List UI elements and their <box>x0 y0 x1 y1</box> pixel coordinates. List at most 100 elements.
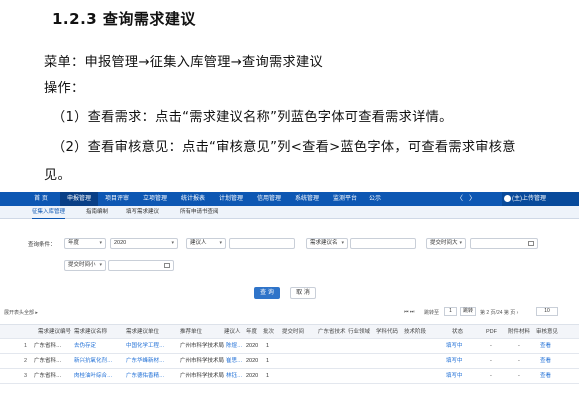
table-row: 1 广东省科… 去伪存定 中国化学工程… 广州市科学技术局 陈煜… 2020 1… <box>0 339 579 354</box>
batch: 1 <box>266 343 270 349</box>
steps-label: 操作： <box>44 81 85 96</box>
chevron-down-icon: ▾ <box>219 240 222 246</box>
nav-plan-management[interactable]: 计划管理 <box>212 192 250 206</box>
pdf: - <box>490 343 492 349</box>
pdf: - <box>490 373 492 379</box>
proposer-input[interactable] <box>229 238 295 249</box>
table-row: 2 广东省科… 新兴抗氧化剂… 广东华峰新材… 广州市科学技术局 崔思… 202… <box>0 354 579 369</box>
tab-collection-storage[interactable]: 征集入库管理 <box>32 206 66 219</box>
table-header-row: 需求建议编号 需求建议名称 需求建议单位 推荐单位 建议人 年度 批次 提交时间… <box>0 324 579 339</box>
nav-project-approval[interactable]: 立项管理 <box>136 192 174 206</box>
section-heading: 1.2.3 查询需求建议 <box>52 10 196 28</box>
year-value-label: 2020 <box>114 240 127 246</box>
suggestion-name-link[interactable]: 肉桂油叶综合… <box>74 369 122 384</box>
status: 填写中 <box>446 343 463 349</box>
proposer-field-select[interactable]: 建议人 ▾ <box>186 238 226 249</box>
nav-statistics[interactable]: 统计报表 <box>174 192 212 206</box>
review-view-link[interactable]: 查看 <box>540 369 551 384</box>
col-header: 年度 <box>246 329 258 335</box>
col-header: 行业领域 <box>348 329 371 335</box>
nav-monitoring-platform[interactable]: 监测平台 <box>326 192 364 206</box>
recommend-unit: 广州市科学技术局 <box>180 343 224 349</box>
nav-project-review[interactable]: 项目评审 <box>98 192 136 206</box>
calendar-icon <box>528 241 534 246</box>
expand-headers-link[interactable]: 展开表头全部 ▸ <box>4 309 38 316</box>
user-menu[interactable]: (主)上传管理 <box>502 192 579 206</box>
year-field-select[interactable]: 年度 ▾ <box>64 238 106 249</box>
nav-system-management[interactable]: 系统管理 <box>288 192 326 206</box>
pdf: - <box>490 358 492 364</box>
col-header: 广东省技术 <box>318 329 346 335</box>
proposer-field-label: 建议人 <box>190 240 207 246</box>
user-icon <box>504 195 511 202</box>
nav-apply-management[interactable]: 申报管理 <box>60 192 98 206</box>
row-number: 1 <box>24 343 28 349</box>
review-view-link[interactable]: 查看 <box>540 339 551 354</box>
tab-guide-compilation[interactable]: 指南编制 <box>86 206 108 219</box>
nav-credit-management[interactable]: 信用管理 <box>250 192 288 206</box>
year: 2020 <box>246 373 259 379</box>
tab-all-applications[interactable]: 所有申请书查阅 <box>180 206 219 219</box>
year-value-select[interactable]: 2020 ▾ <box>110 238 178 249</box>
col-header: 技术阶段 <box>404 329 427 335</box>
row-number: 3 <box>24 373 28 379</box>
status: 填写中 <box>446 358 463 364</box>
proposer: 崔思… <box>226 358 243 364</box>
chevron-down-icon: ▾ <box>171 240 174 246</box>
goto-button[interactable]: 跳转 <box>460 307 476 316</box>
suggestion-code: 广东省科… <box>34 343 62 349</box>
suggestion-name-link[interactable]: 新兴抗氧化剂… <box>74 354 122 369</box>
col-header: 需求建议名称 <box>74 329 108 335</box>
embedded-screenshot: 首 页 申报管理 项目评审 立项管理 统计报表 计划管理 信用管理 系统管理 监… <box>0 192 579 406</box>
col-header: 需求建议编号 <box>38 329 72 335</box>
calendar-icon <box>164 263 170 268</box>
review-view-link[interactable]: 查看 <box>540 354 551 369</box>
submit-time-max-input[interactable] <box>470 238 538 249</box>
attachments: - <box>518 358 520 364</box>
chevron-down-icon: ▾ <box>99 240 102 246</box>
submit-time-max-select[interactable]: 提交时间大 ▾ <box>426 238 466 249</box>
proposer: 林钰… <box>226 373 243 379</box>
page-size-select[interactable]: 10 <box>536 307 558 316</box>
suggestion-unit: 广东华峰新材… <box>126 358 165 364</box>
suggestion-name-link[interactable]: 去伪存定 <box>74 339 122 354</box>
row-number: 2 <box>24 358 28 364</box>
suggestion-unit: 广东德佑香精… <box>126 373 165 379</box>
attachments: - <box>518 343 520 349</box>
page-total-text: 第 2 页/24 第 页 › <box>480 310 519 316</box>
year-field-label: 年度 <box>68 240 80 246</box>
chevron-down-icon: ▾ <box>459 240 462 246</box>
suggestion-code: 广东省科… <box>34 358 62 364</box>
chevron-right-icon[interactable]: 〉 <box>469 192 476 206</box>
menu-path-text: 菜单：申报管理→征集入库管理→查询需求建议 <box>44 55 323 70</box>
tab-fill-suggestion[interactable]: 填写需求建议 <box>126 206 159 219</box>
suggestion-name-select[interactable]: 需求建议名 ▾ <box>306 238 348 249</box>
search-button[interactable]: 查 询 <box>254 287 280 299</box>
col-header: 状态 <box>452 329 464 335</box>
suggestion-name-input[interactable] <box>350 238 416 249</box>
chevron-down-icon: ▾ <box>99 262 102 268</box>
proposer: 陈煜… <box>226 343 243 349</box>
first-last-arrows-icon[interactable]: ⏮ ⏭ <box>404 309 414 315</box>
step-2-text: （2）查看审核意见：点击“审核意见”列<查看>蓝色字体，可查看需求审核意 <box>52 140 516 155</box>
goto-page-label: 跳转至 <box>424 310 440 316</box>
top-navigation-bar: 首 页 申报管理 项目评审 立项管理 统计报表 计划管理 信用管理 系统管理 监… <box>0 192 579 206</box>
col-header: 附件材料 <box>508 329 531 335</box>
page-number-input[interactable]: 1 <box>444 307 457 316</box>
nav-public-notice[interactable]: 公示 <box>364 192 386 206</box>
nav-home[interactable]: 首 页 <box>22 192 60 206</box>
chevron-down-icon: ▾ <box>341 240 344 246</box>
sub-tabs: 征集入库管理 指南编制 填写需求建议 所有申请书查阅 <box>0 206 579 219</box>
submit-time-min-input[interactable] <box>108 260 174 271</box>
batch: 1 <box>266 373 270 379</box>
suggestion-unit: 中国化学工程… <box>126 343 165 349</box>
query-conditions-label: 查询条件： <box>28 242 56 248</box>
col-header: 推荐单位 <box>180 329 203 335</box>
col-header: 提交时间 <box>282 329 305 335</box>
table-row: 3 广东省科… 肉桂油叶综合… 广东德佑香精… 广州市科学技术局 林钰… 202… <box>0 369 579 384</box>
reset-button[interactable]: 取 消 <box>290 287 316 299</box>
col-header: PDF <box>486 329 497 335</box>
submit-time-min-label: 提交时间小 <box>68 262 96 268</box>
chevron-left-icon[interactable]: 〈 <box>456 192 463 206</box>
submit-time-min-select[interactable]: 提交时间小 ▾ <box>64 260 106 271</box>
